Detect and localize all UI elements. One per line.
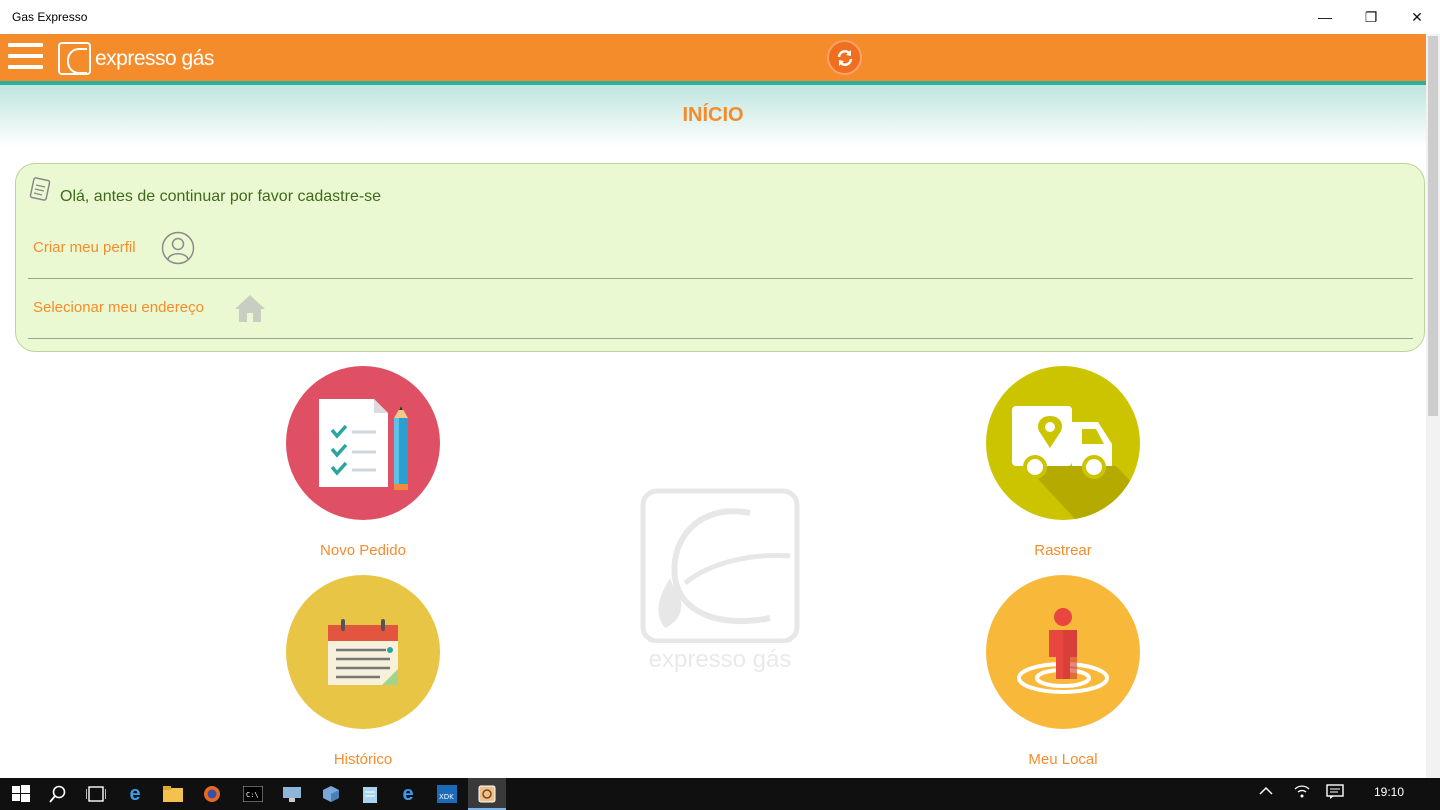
brand-mark-icon bbox=[58, 42, 91, 75]
taskbar: e C:\ e XDK 19:10 bbox=[0, 778, 1440, 810]
task-view-icon[interactable] bbox=[84, 782, 108, 806]
close-button[interactable]: ✕ bbox=[1394, 0, 1440, 34]
brand-name: expresso gás bbox=[95, 46, 214, 70]
card-divider bbox=[28, 278, 1413, 279]
delivery-truck-icon[interactable] bbox=[986, 366, 1140, 520]
xdk-icon[interactable]: XDK bbox=[435, 782, 459, 806]
window-title: Gas Expresso bbox=[12, 10, 88, 24]
tile-novo-pedido[interactable]: Novo Pedido bbox=[283, 366, 443, 559]
taskbar-clock[interactable]: 19:10 bbox=[1374, 785, 1404, 799]
notepad-icon[interactable] bbox=[358, 782, 382, 806]
cube-app-icon[interactable] bbox=[319, 782, 343, 806]
brand-logo: expresso gás bbox=[58, 42, 214, 75]
action-center-icon[interactable] bbox=[1326, 784, 1344, 803]
tile-rastrear[interactable]: Rastrear bbox=[983, 366, 1143, 559]
tile-historico[interactable]: Histórico bbox=[283, 575, 443, 768]
page-title: INÍCIO bbox=[682, 104, 744, 126]
tile-label: Meu Local bbox=[1028, 751, 1098, 768]
minimize-button[interactable]: — bbox=[1302, 0, 1348, 34]
register-message: Olá, antes de continuar por favor cadast… bbox=[60, 188, 382, 205]
tile-label: Novo Pedido bbox=[320, 542, 406, 559]
window-controls: — ❐ ✕ bbox=[1302, 0, 1440, 34]
watermark-logo: expresso gás bbox=[640, 488, 800, 673]
watermark-text: expresso gás bbox=[648, 646, 792, 673]
user-profile-icon[interactable] bbox=[161, 231, 195, 265]
order-checklist-icon[interactable] bbox=[286, 366, 440, 520]
location-person-icon[interactable] bbox=[986, 575, 1140, 729]
cmd-icon[interactable]: C:\ bbox=[241, 782, 265, 806]
firefox-icon[interactable] bbox=[200, 782, 224, 806]
tile-label: Rastrear bbox=[1034, 542, 1092, 559]
card-divider bbox=[28, 338, 1413, 339]
windows-start-icon[interactable] bbox=[9, 782, 33, 806]
note-icon bbox=[27, 177, 53, 203]
file-explorer-icon[interactable] bbox=[161, 782, 185, 806]
wifi-icon[interactable] bbox=[1294, 784, 1310, 801]
window-titlebar: Gas Expresso — ❐ ✕ bbox=[0, 0, 1440, 34]
ie-icon[interactable]: e bbox=[396, 782, 420, 806]
restore-button[interactable]: ❐ bbox=[1348, 0, 1394, 34]
create-profile-link[interactable]: Criar meu perfil bbox=[33, 239, 136, 256]
search-icon[interactable] bbox=[46, 782, 70, 806]
select-address-link[interactable]: Selecionar meu endereço bbox=[33, 299, 204, 316]
svg-text:C:\: C:\ bbox=[246, 791, 259, 799]
refresh-icon[interactable] bbox=[829, 42, 860, 73]
svg-text:XDK: XDK bbox=[439, 793, 454, 801]
calendar-icon[interactable] bbox=[286, 575, 440, 729]
edge-icon[interactable]: e bbox=[123, 782, 147, 806]
network-app-icon[interactable] bbox=[280, 782, 304, 806]
app-header: expresso gás bbox=[0, 34, 1426, 81]
gas-expresso-app-icon[interactable] bbox=[475, 782, 499, 806]
chevron-up-icon[interactable] bbox=[1259, 784, 1273, 799]
hamburger-icon[interactable] bbox=[8, 43, 43, 71]
scrollbar-thumb[interactable] bbox=[1428, 36, 1438, 416]
tile-label: Histórico bbox=[333, 751, 393, 768]
home-icon[interactable] bbox=[232, 292, 268, 324]
tile-meu-local[interactable]: Meu Local bbox=[983, 575, 1143, 768]
